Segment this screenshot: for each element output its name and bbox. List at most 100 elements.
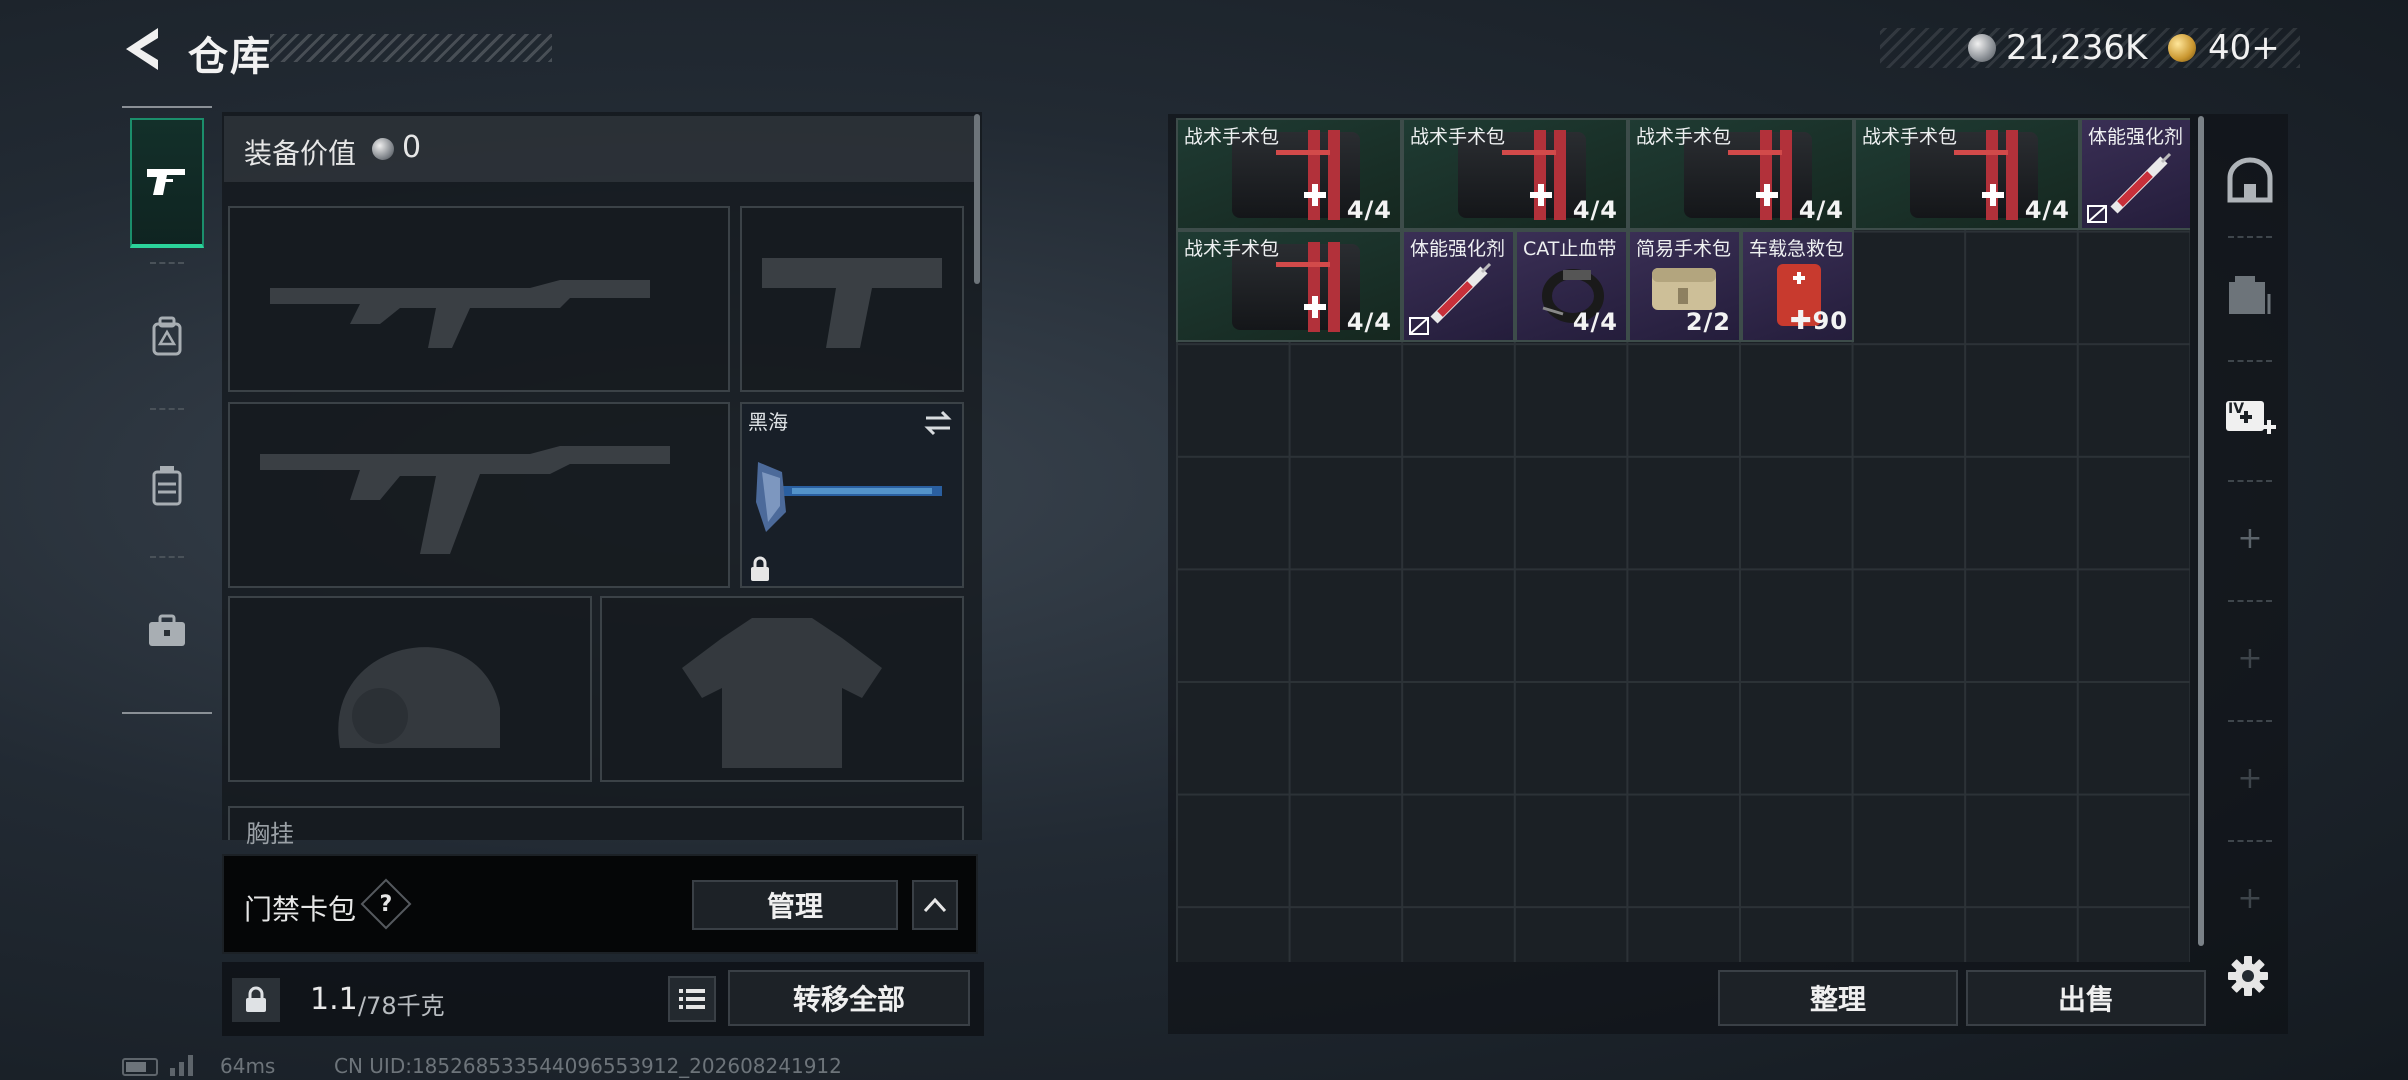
helmet-silhouette-icon <box>338 647 500 748</box>
item-name: 战术手术包 <box>1184 238 1280 260</box>
inventory-item[interactable]: 战术手术包 4/4 <box>1628 118 1854 230</box>
equipment-value-label: 装备价值 <box>244 137 357 170</box>
tab-toolbox[interactable] <box>130 566 204 696</box>
backpack-icon <box>152 316 182 356</box>
manage-button[interactable]: 管理 <box>692 880 898 930</box>
item-count: 4/4 <box>1798 196 1844 224</box>
primary-weapon-slot-2[interactable] <box>228 402 730 588</box>
storage-section-1-button[interactable] <box>2212 130 2288 230</box>
item-count: 4/4 <box>1346 308 1392 336</box>
back-arrow-icon <box>126 28 158 70</box>
inventory-item[interactable]: 战术手术包 4/4 <box>1402 118 1628 230</box>
gold-currency-amount[interactable]: 40+ <box>2208 28 2280 68</box>
inventory-item[interactable]: 简易手术包 2/2 <box>1628 230 1741 342</box>
keycard-label: 门禁卡包 <box>244 893 357 926</box>
plus-icon: + <box>2237 520 2263 556</box>
add-storage-slot-button[interactable]: + <box>2212 728 2288 828</box>
axe-icon <box>752 442 952 542</box>
no-sell-icon <box>1409 317 1429 335</box>
item-count-value: 90 <box>1812 307 1848 335</box>
inventory-item[interactable]: 战术手术包 4/4 <box>1176 118 1402 230</box>
item-name: 体能强化剂 <box>2088 126 2184 148</box>
inventory-item[interactable]: 车载急救包 ✚90 <box>1741 230 1854 342</box>
tool-divider <box>2228 360 2272 362</box>
sell-button[interactable]: 出售 <box>1966 970 2206 1026</box>
title-decoration <box>270 34 552 62</box>
equipment-scrollbar[interactable] <box>974 114 980 284</box>
item-name: 简易手术包 <box>1636 238 1732 260</box>
gear-icon <box>2228 956 2268 996</box>
storage-shelf-icon <box>2229 276 2271 314</box>
tab-chest-rig[interactable] <box>130 420 204 550</box>
syringe-icon <box>1430 262 1492 324</box>
silver-coin-icon <box>1968 34 1996 62</box>
item-name: 战术手术包 <box>1862 126 1958 148</box>
chevron-up-icon <box>923 897 947 913</box>
tab-weapons[interactable] <box>130 118 204 248</box>
tool-divider <box>2228 720 2272 722</box>
ping-value: 64ms <box>220 1054 276 1078</box>
item-name: 战术手术包 <box>1410 126 1506 148</box>
vest-icon <box>152 466 182 506</box>
item-count: 2/2 <box>1685 308 1731 336</box>
tool-divider <box>2228 236 2272 238</box>
armor-silhouette-icon <box>682 618 882 768</box>
pistol-icon <box>147 169 185 195</box>
storage-section-3-button[interactable]: IV <box>2212 366 2288 466</box>
no-sell-icon <box>2087 205 2107 223</box>
swap-icon[interactable] <box>922 408 954 438</box>
list-view-button[interactable] <box>668 976 716 1022</box>
chest-rig-slot[interactable] <box>228 806 964 840</box>
add-storage-slot-button[interactable]: + <box>2212 608 2288 708</box>
tab-backpack[interactable] <box>130 272 204 402</box>
page-title: 仓库 <box>188 34 272 80</box>
medical-case-add-icon: IV <box>2226 401 2276 434</box>
inventory-item[interactable]: 战术手术包 4/4 <box>1854 118 2080 230</box>
sort-button[interactable]: 整理 <box>1718 970 1958 1026</box>
inventory-item[interactable]: CAT止血带 4/4 <box>1515 230 1628 342</box>
inventory-item[interactable]: 战术手术包 4/4 <box>1176 230 1402 342</box>
inventory-item[interactable]: 体能强化剂 <box>2080 118 2190 230</box>
tab-divider <box>150 556 184 558</box>
signal-icon <box>168 1052 198 1076</box>
storage-scrollbar[interactable] <box>2198 116 2204 946</box>
tab-divider <box>150 408 184 410</box>
add-storage-slot-button[interactable]: + <box>2212 488 2288 588</box>
plus-icon: + <box>2237 880 2263 916</box>
sidearm-slot[interactable] <box>740 206 964 392</box>
weight-max: /78千克 <box>358 992 445 1020</box>
add-storage-slot-button[interactable]: + <box>2212 848 2288 948</box>
item-name: 体能强化剂 <box>1410 238 1506 260</box>
weight-current: 1.1 <box>310 982 358 1017</box>
armor-slot[interactable] <box>600 596 964 782</box>
storage-section-2-button[interactable] <box>2212 246 2288 346</box>
value-coin-icon <box>372 138 394 160</box>
settings-button[interactable] <box>2222 950 2274 1002</box>
battery-icon <box>122 1058 158 1076</box>
helmet-slot[interactable] <box>228 596 592 782</box>
item-name: 车载急救包 <box>1749 238 1845 260</box>
help-glyph: ? <box>379 891 393 917</box>
item-name: CAT止血带 <box>1523 238 1617 260</box>
primary-weapon-slot-1[interactable] <box>228 206 730 392</box>
back-button[interactable] <box>118 22 168 76</box>
weight-lock-icon <box>232 978 280 1022</box>
list-icon <box>679 989 705 1009</box>
user-uid: CN UID:185268533544096553912_20260824191… <box>334 1054 842 1078</box>
svg-text:IV: IV <box>2228 401 2244 417</box>
silver-currency-amount: 21,236K <box>2006 28 2148 68</box>
storage-grid[interactable]: 战术手术包 4/4 战术手术包 4/4 战术手术包 4/4 战术手术包 4/4 … <box>1176 118 2190 962</box>
inventory-item[interactable]: 体能强化剂 <box>1402 230 1515 342</box>
plus-icon: + <box>2237 640 2263 676</box>
transfer-all-button[interactable]: 转移全部 <box>728 970 970 1026</box>
rifle-silhouette-icon <box>260 446 670 554</box>
lock-icon <box>748 556 772 582</box>
tool-divider <box>2228 840 2272 842</box>
pistol-silhouette-icon <box>762 258 942 348</box>
expand-button[interactable] <box>912 880 958 930</box>
briefcase-icon <box>149 614 185 646</box>
tool-divider <box>2228 480 2272 482</box>
chest-rig-label: 胸挂 <box>246 820 294 848</box>
item-count: 4/4 <box>1346 196 1392 224</box>
plus-icon: + <box>2237 760 2263 796</box>
